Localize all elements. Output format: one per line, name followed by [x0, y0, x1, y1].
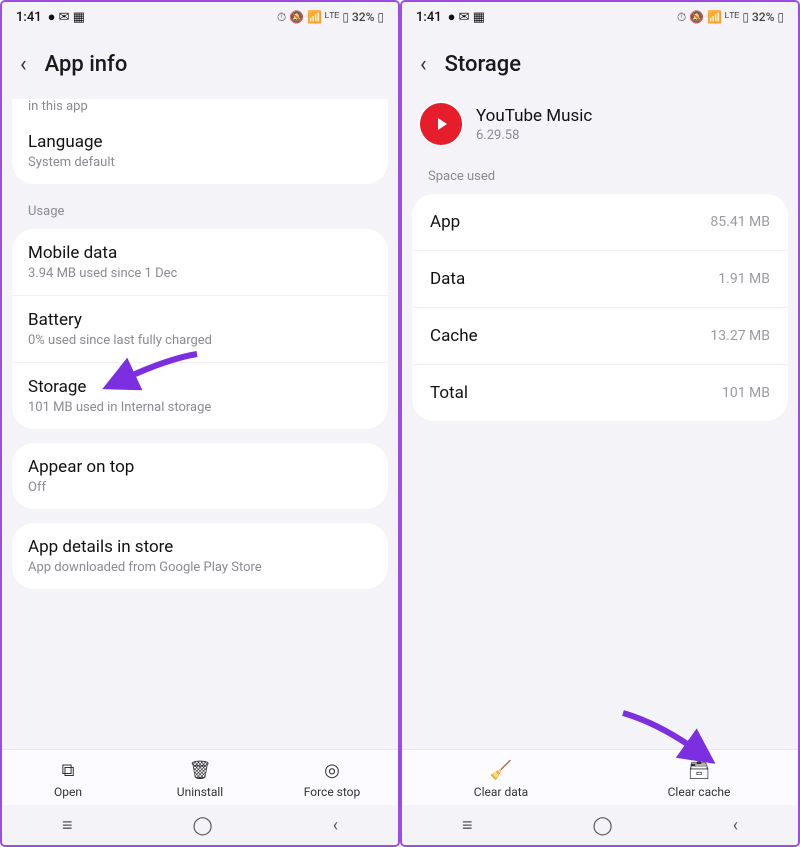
language-value: System default [28, 155, 372, 170]
total-val: 101 MB [722, 385, 770, 401]
status-bar: 1:41 ● ✉ ▦ ⏱ 🔕 📶 ᴸᵀᴱ ▯ 32% ▯ [402, 2, 798, 32]
store-label: App details in store [28, 537, 372, 557]
card-usage: Mobile data 3.94 MB used since 1 Dec Bat… [12, 229, 388, 429]
section-usage: Usage [12, 198, 388, 229]
appear-value: Off [28, 480, 372, 495]
screen-app-info: 1:41 ● ✉ ▦ ⏱ 🔕 📶 ᴸᵀᴱ ▯ 32% ▯ ‹ App info … [0, 0, 400, 847]
card-appear: Appear on top Off [12, 443, 388, 509]
app-version: 6.29.58 [476, 128, 592, 143]
battery-value: 0% used since last fully charged [28, 333, 372, 348]
home-icon[interactable]: ◯ [192, 815, 212, 836]
card-space-used: App 85.41 MB Data 1.91 MB Cache 13.27 MB… [412, 194, 788, 421]
row-data-size: Data 1.91 MB [412, 251, 788, 308]
open-label: Open [54, 785, 82, 799]
clear-data-button[interactable]: 🧹 Clear data [402, 760, 600, 799]
app-val: 85.41 MB [710, 214, 770, 230]
nav-bar: ≡ ◯ ‹ [402, 805, 798, 845]
mobile-label: Mobile data [28, 243, 372, 263]
uninstall-label: Uninstall [177, 785, 223, 799]
screen-storage: 1:41 ● ✉ ▦ ⏱ 🔕 📶 ᴸᵀᴱ ▯ 32% ▯ ‹ Storage Y… [400, 0, 800, 847]
clear-data-label: Clear data [474, 785, 528, 799]
content: in this app Language System default Usag… [2, 99, 398, 749]
back-nav-icon[interactable]: ‹ [733, 815, 738, 836]
status-right-icons: ⏱ 🔕 📶 ᴸᵀᴱ ▯ 32% ▯ [677, 10, 784, 25]
status-left-icons: ● ✉ ▦ [48, 9, 86, 25]
card-clipped: in this app Language System default [12, 99, 388, 184]
status-right-icons: ⏱ 🔕 📶 ᴸᵀᴱ ▯ 32% ▯ [277, 10, 384, 25]
app-key: App [430, 212, 460, 232]
row-mobile-data[interactable]: Mobile data 3.94 MB used since 1 Dec [12, 229, 388, 296]
recents-icon[interactable]: ≡ [62, 815, 73, 836]
app-name: YouTube Music [476, 106, 592, 126]
row-app-details[interactable]: App details in store App downloaded from… [12, 523, 388, 589]
back-icon[interactable]: ‹ [20, 52, 27, 77]
row-appear-on-top[interactable]: Appear on top Off [12, 443, 388, 509]
storage-value: 101 MB used in Internal storage [28, 400, 372, 415]
recents-icon[interactable]: ≡ [462, 815, 473, 836]
header: ‹ Storage [402, 32, 798, 99]
status-time: 1:41 [16, 10, 42, 25]
row-battery[interactable]: Battery 0% used since last fully charged [12, 296, 388, 363]
section-space-used: Space used [412, 163, 788, 194]
home-icon[interactable]: ◯ [592, 815, 612, 836]
store-value: App downloaded from Google Play Store [28, 560, 372, 575]
cache-key: Cache [430, 326, 478, 346]
row-language[interactable]: Language System default [12, 118, 388, 184]
status-left-icons: ● ✉ ▦ [448, 9, 486, 25]
clear-cache-icon: 🗃 [688, 760, 711, 781]
total-key: Total [430, 383, 468, 403]
force-stop-label: Force stop [304, 785, 361, 799]
trash-icon: 🗑 [189, 760, 212, 781]
row-app-size: App 85.41 MB [412, 194, 788, 251]
battery-label: Battery [28, 310, 372, 330]
page-title: Storage [445, 52, 521, 77]
data-val: 1.91 MB [718, 271, 770, 287]
youtube-music-icon [420, 103, 462, 145]
data-key: Data [430, 269, 465, 289]
action-bar: ⧉ Open 🗑 Uninstall ◎ Force stop [2, 749, 398, 805]
mobile-value: 3.94 MB used since 1 Dec [28, 266, 372, 281]
page-title: App info [45, 52, 128, 77]
clipped-row: in this app [12, 99, 388, 118]
language-label: Language [28, 132, 372, 152]
clear-cache-label: Clear cache [668, 785, 731, 799]
action-bar: 🧹 Clear data 🗃 Clear cache [402, 749, 798, 805]
app-header: YouTube Music 6.29.58 [402, 99, 798, 163]
content: Space used App 85.41 MB Data 1.91 MB Cac… [402, 163, 798, 749]
clear-cache-button[interactable]: 🗃 Clear cache [600, 760, 798, 799]
nav-bar: ≡ ◯ ‹ [2, 805, 398, 845]
row-cache-size: Cache 13.27 MB [412, 308, 788, 365]
status-bar: 1:41 ● ✉ ▦ ⏱ 🔕 📶 ᴸᵀᴱ ▯ 32% ▯ [2, 2, 398, 32]
storage-label: Storage [28, 377, 372, 397]
card-store: App details in store App downloaded from… [12, 523, 388, 589]
row-storage[interactable]: Storage 101 MB used in Internal storage [12, 363, 388, 429]
back-nav-icon[interactable]: ‹ [333, 815, 338, 836]
open-icon: ⧉ [62, 760, 75, 781]
header: ‹ App info [2, 32, 398, 99]
clear-data-icon: 🧹 [490, 760, 512, 781]
row-total-size: Total 101 MB [412, 365, 788, 421]
cache-val: 13.27 MB [710, 328, 770, 344]
uninstall-button[interactable]: 🗑 Uninstall [134, 760, 266, 799]
status-time: 1:41 [416, 10, 442, 25]
appear-label: Appear on top [28, 457, 372, 477]
force-stop-button[interactable]: ◎ Force stop [266, 760, 398, 799]
open-button[interactable]: ⧉ Open [2, 760, 134, 799]
back-icon[interactable]: ‹ [420, 52, 427, 77]
stop-icon: ◎ [324, 760, 340, 781]
